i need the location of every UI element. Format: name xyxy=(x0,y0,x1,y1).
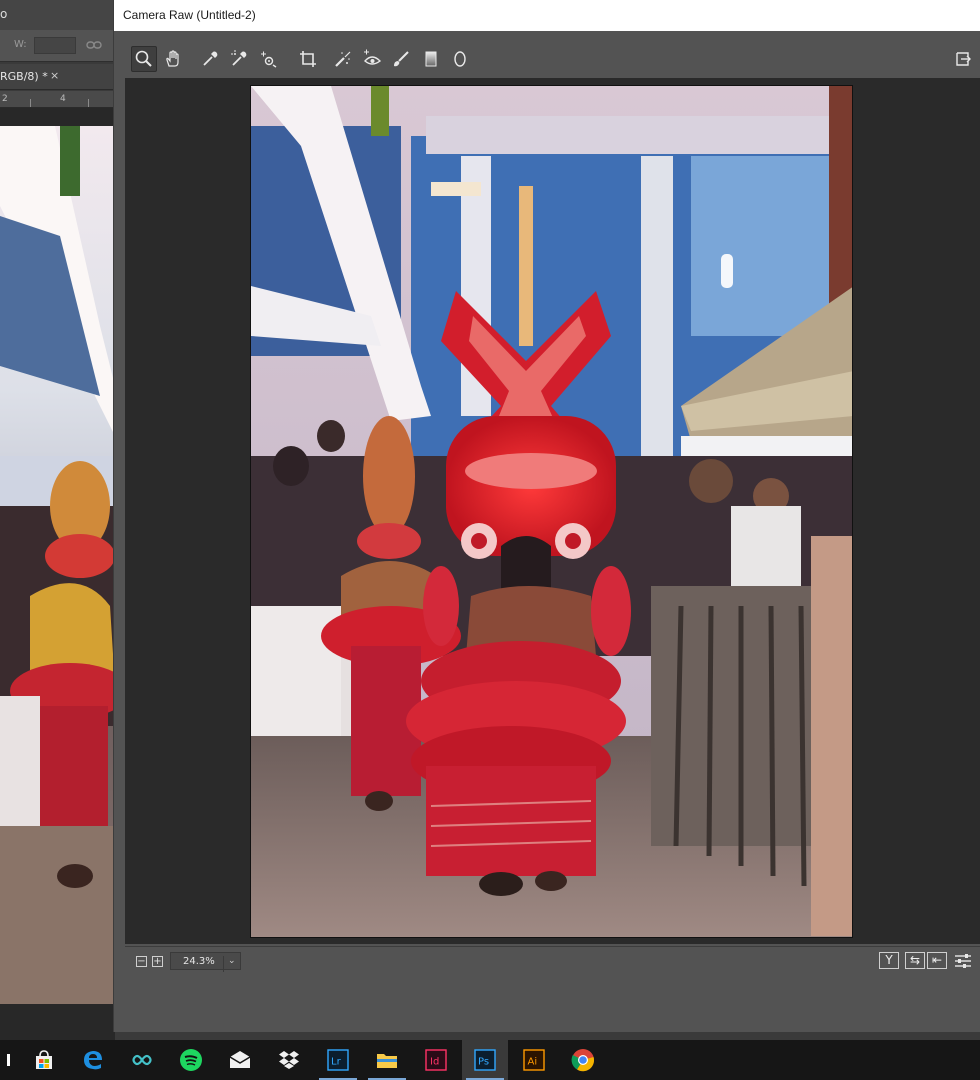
before-after-view-button[interactable]: Y xyxy=(879,952,899,969)
fullscreen-exit-icon xyxy=(956,52,971,66)
zoom-level-value: 24.3% xyxy=(183,956,215,967)
taskbar-lightroom[interactable]: Lr xyxy=(315,1040,361,1080)
camera-raw-toolbar xyxy=(125,42,980,76)
toggle-fullscreen-button[interactable] xyxy=(949,46,975,72)
width-field[interactable] xyxy=(34,37,76,54)
camera-raw-titlebar[interactable]: Camera Raw (Untitled-2) xyxy=(114,0,980,31)
chevron-down-icon: ⌄ xyxy=(223,956,236,972)
targeted-adjustment-tool-button[interactable] xyxy=(255,46,281,72)
zoom-level-select[interactable]: 24.3% ⌄ xyxy=(170,952,241,972)
ruler-mark: 4 xyxy=(60,94,66,104)
swap-before-after-button[interactable]: ⇆ xyxy=(905,952,925,969)
zoom-tool-button[interactable] xyxy=(131,46,157,72)
photoshop-menu-fragment: o xyxy=(0,0,115,30)
spotify-icon xyxy=(180,1049,202,1071)
taskbar-file-explorer[interactable] xyxy=(364,1040,410,1080)
window-title: Camera Raw (Untitled-2) xyxy=(123,8,256,22)
photoshop-canvas[interactable] xyxy=(0,108,115,1040)
target-icon xyxy=(261,51,277,68)
taskbar-indesign[interactable]: Id xyxy=(413,1040,459,1080)
brush-icon xyxy=(394,51,409,67)
taskbar-edge[interactable] xyxy=(70,1040,116,1080)
color-sampler-tool-button[interactable] xyxy=(226,46,252,72)
radial-filter-tool-button[interactable] xyxy=(447,46,473,72)
taskbar-spotify[interactable] xyxy=(168,1040,214,1080)
camera-raw-bottom-bar: − + 24.3% ⌄ Y ⇆ ⇤ xyxy=(125,946,980,973)
chrome-icon xyxy=(571,1049,595,1072)
red-eye-tool-button[interactable] xyxy=(359,46,385,72)
taskview-icon xyxy=(7,1054,10,1066)
graduated-filter-tool-button[interactable] xyxy=(418,46,444,72)
color-sampler-icon xyxy=(231,50,247,66)
taskbar-chrome[interactable] xyxy=(560,1040,606,1080)
illustrator-label: Ai xyxy=(528,1057,538,1068)
taskbar-illustrator[interactable]: Ai xyxy=(511,1040,557,1080)
photoshop-label: Ps xyxy=(478,1057,489,1068)
camera-raw-lower-panel xyxy=(114,973,980,1032)
camera-raw-window: Camera Raw (Untitled-2) − + 24.3% ⌄ Y ⇆ … xyxy=(113,0,980,1032)
zoom-in-button[interactable]: + xyxy=(152,956,163,967)
infinity-icon xyxy=(132,1054,152,1066)
taskbar-store[interactable] xyxy=(21,1040,67,1080)
width-label: W: xyxy=(14,39,27,50)
ruler-mark: 2 xyxy=(2,94,8,104)
preview-image xyxy=(250,85,853,938)
document-tab-close[interactable]: × xyxy=(50,69,59,82)
mail-icon xyxy=(229,1051,251,1068)
dropbox-icon xyxy=(279,1051,299,1069)
photoshop-document-image xyxy=(0,126,115,1004)
zoom-out-button[interactable]: − xyxy=(136,956,147,967)
crop-icon xyxy=(300,51,316,67)
radial-filter-icon xyxy=(454,51,466,67)
copy-current-to-before-button[interactable]: ⇤ xyxy=(927,952,947,969)
horizontal-ruler: 2 4 xyxy=(0,91,115,108)
photoshop-icon: Ps xyxy=(474,1049,496,1071)
indesign-icon: Id xyxy=(425,1049,447,1071)
crop-tool-button[interactable] xyxy=(295,46,321,72)
graduated-filter-icon xyxy=(425,51,437,67)
hand-tool-button[interactable] xyxy=(160,46,186,72)
spot-removal-icon xyxy=(335,51,351,67)
camera-raw-preview-area[interactable] xyxy=(125,78,980,944)
spot-removal-tool-button[interactable] xyxy=(330,46,356,72)
document-tab-label: RGB/8) * xyxy=(0,70,48,83)
hand-icon xyxy=(166,50,179,67)
photoshop-options-bar: W: xyxy=(0,30,115,62)
taskbar-infinity-app[interactable] xyxy=(119,1040,165,1080)
windows-taskbar: Lr Id Ps Ai xyxy=(0,1040,980,1080)
taskbar-dropbox[interactable] xyxy=(266,1040,312,1080)
taskbar-mail[interactable] xyxy=(217,1040,263,1080)
indesign-label: Id xyxy=(430,1057,439,1068)
taskbar-photoshop[interactable]: Ps xyxy=(462,1040,508,1080)
document-tab[interactable]: RGB/8) * × xyxy=(0,64,115,90)
white-balance-tool-button[interactable] xyxy=(197,46,223,72)
red-eye-icon xyxy=(364,49,382,65)
lightroom-label: Lr xyxy=(331,1057,342,1068)
zoom-icon xyxy=(135,50,152,67)
eyedropper-icon xyxy=(203,51,218,66)
menu-fragment-text: o xyxy=(0,7,8,21)
sliders-icon[interactable] xyxy=(954,953,972,969)
edge-icon xyxy=(84,1051,102,1070)
adjustment-brush-tool-button[interactable] xyxy=(388,46,414,72)
link-icon[interactable] xyxy=(86,39,102,51)
illustrator-icon: Ai xyxy=(523,1049,545,1071)
store-icon xyxy=(36,1050,52,1069)
lightroom-icon: Lr xyxy=(327,1049,349,1071)
folder-icon xyxy=(377,1054,397,1068)
